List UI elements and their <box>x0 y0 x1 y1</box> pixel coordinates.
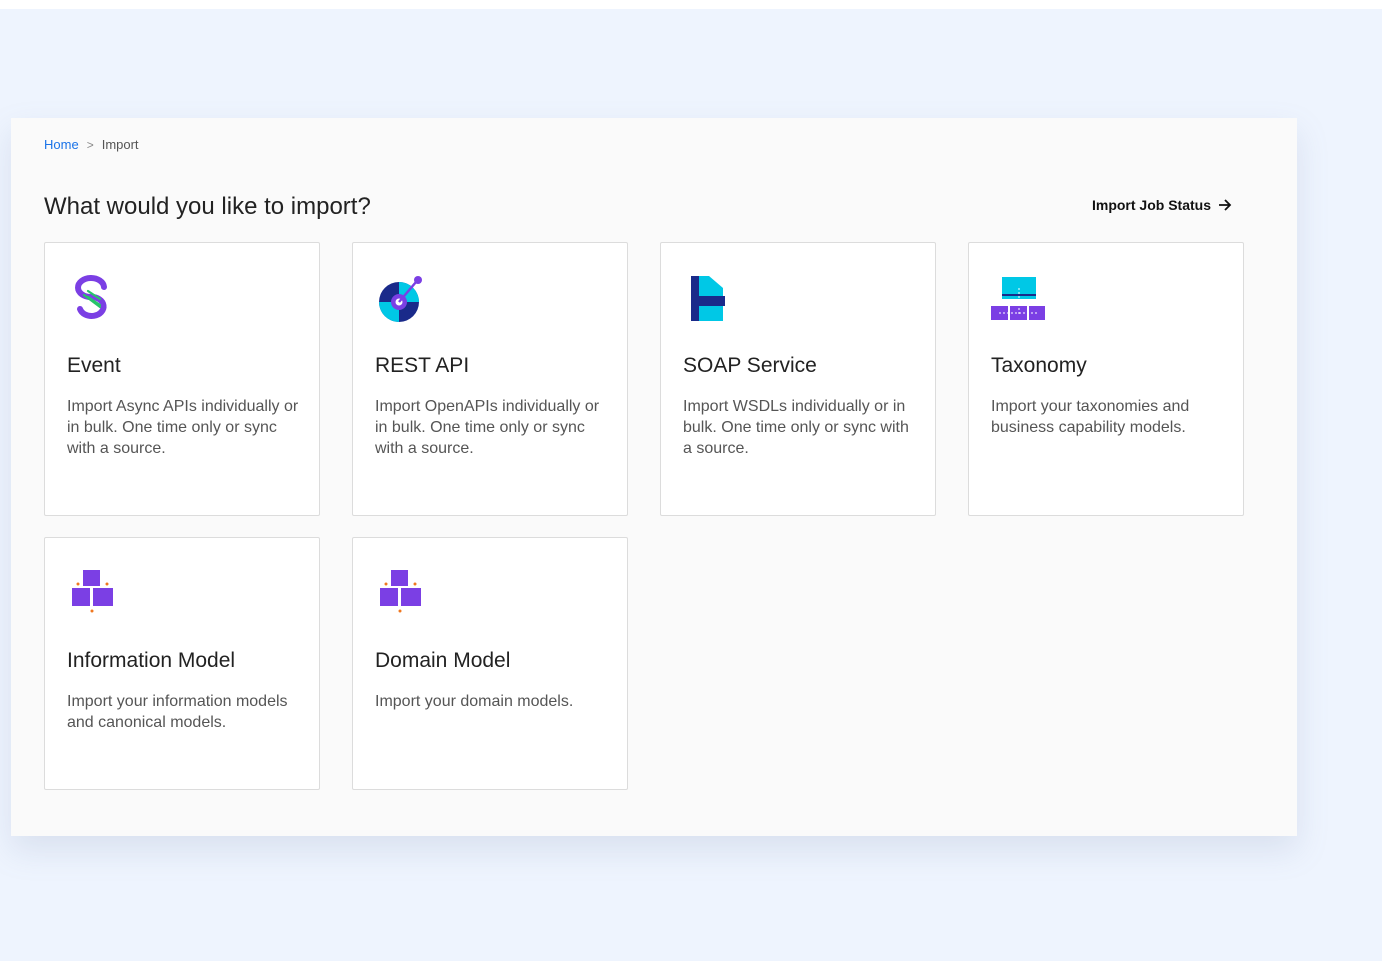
import-card-event[interactable]: Event Import Async APIs individually or … <box>44 242 320 516</box>
card-description: Import your domain models. <box>375 693 574 710</box>
import-card-rest-api[interactable]: REST API Import OpenAPIs individually or… <box>352 242 628 516</box>
import-panel: Home > Import What would you like to imp… <box>11 118 1297 836</box>
rest-api-icon <box>379 276 422 322</box>
page-title: What would you like to import? <box>44 193 371 220</box>
card-title: Taxonomy <box>991 354 1087 377</box>
card-description: Import Async APIs individually or in bul… <box>67 398 299 457</box>
soap-service-icon <box>691 276 725 321</box>
card-title: Information Model <box>67 649 236 672</box>
taxonomy-icon <box>991 277 1045 320</box>
import-card-taxonomy[interactable]: Taxonomy Import your taxonomies and busi… <box>968 242 1244 516</box>
card-title: SOAP Service <box>683 354 817 377</box>
event-icon <box>75 275 107 319</box>
card-description: Import WSDLs individually or in bulk. On… <box>683 398 909 457</box>
import-job-status-label: Import Job Status <box>1091 197 1211 213</box>
import-job-status-link[interactable]: Import Job Status <box>1092 197 1232 213</box>
domain-model-icon <box>380 570 421 613</box>
breadcrumb: Home > Import <box>44 137 139 152</box>
breadcrumb-home-link[interactable]: Home <box>44 137 79 152</box>
card-description: Import your taxonomies and business capa… <box>991 398 1190 436</box>
card-title: Domain Model <box>375 649 511 672</box>
import-card-domain-model[interactable]: Domain Model Import your domain models. <box>352 537 628 790</box>
import-card-information-model[interactable]: Information Model Import your informatio… <box>44 537 320 790</box>
card-title: REST API <box>375 354 470 377</box>
breadcrumb-current: Import <box>101 137 139 152</box>
information-model-icon <box>72 570 113 613</box>
arrow-right-icon <box>1219 199 1232 211</box>
breadcrumb-separator: > <box>86 137 94 152</box>
card-description: Import OpenAPIs individually or in bulk.… <box>375 398 600 457</box>
import-card-soap-service[interactable]: SOAP Service Import WSDLs individually o… <box>660 242 936 516</box>
card-title: Event <box>67 354 121 377</box>
card-description: Import your information models and canon… <box>67 693 288 731</box>
